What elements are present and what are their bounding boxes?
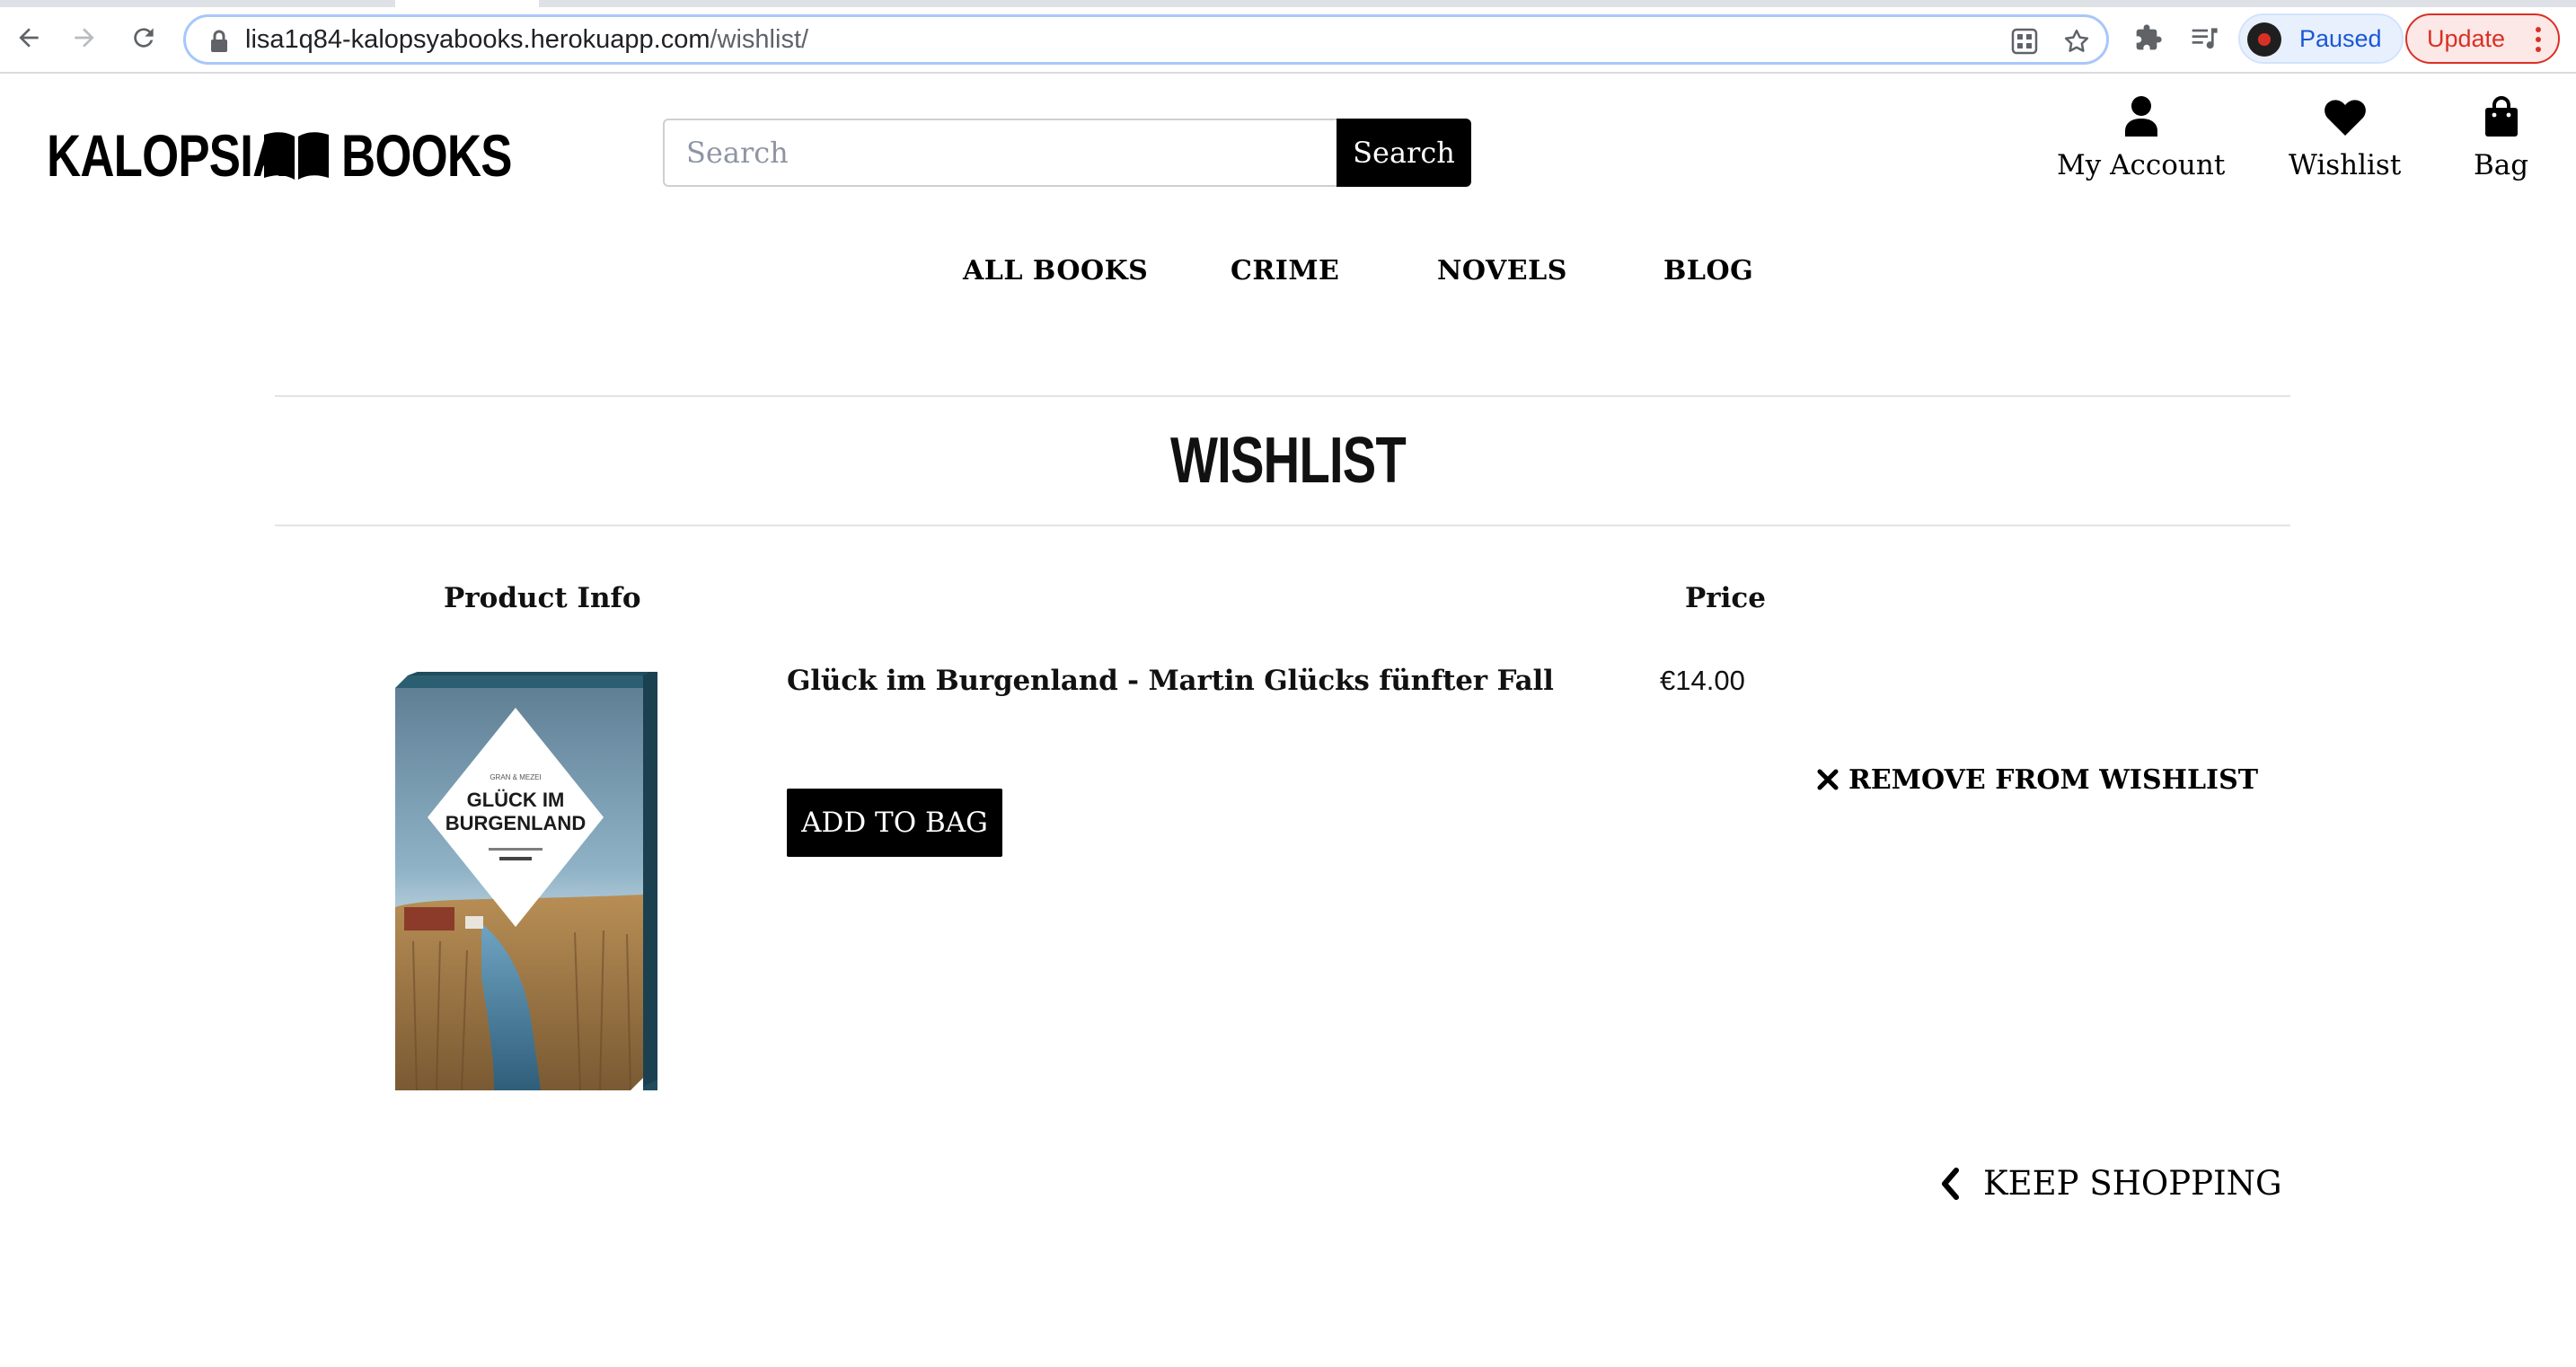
my-account-link[interactable]: My Account [2057,90,2225,181]
remove-from-wishlist-link[interactable]: REMOVE FROM WISHLIST [1816,763,2258,796]
site-logo[interactable]: KALOPSIA BOOKS [47,122,539,189]
divider-bottom [275,525,2290,526]
column-header-price: Price [1685,582,1767,614]
reload-icon[interactable] [126,20,162,56]
bookmark-star-icon[interactable] [2061,26,2092,57]
wishlist-label: Wishlist [2289,149,2402,181]
active-tab[interactable] [395,0,539,7]
logo-text-left: KALOPSIA [47,122,287,189]
wishlist-link[interactable]: Wishlist [2289,90,2401,181]
search-button[interactable]: Search [1337,119,1471,187]
url-path: /wishlist/ [710,25,809,54]
my-account-label: My Account [2057,149,2226,181]
search-input[interactable] [663,119,1338,187]
more-vert-icon [2535,24,2542,55]
divider-top [275,395,2290,397]
shopping-bag-icon [2483,90,2519,137]
column-header-product: Product Info [444,582,641,614]
product-price: €14.00 [1660,665,1745,696]
address-bar[interactable]: lisa1q84-kalopsyabooks.herokuapp.com/wis… [183,14,2109,65]
cover-author: GRAN & MEZEI [490,773,541,781]
close-x-icon [1817,769,1839,790]
profile-paused-button[interactable]: Paused [2238,13,2404,64]
url-host: lisa1q84-kalopsyabooks.herokuapp.com [245,25,710,54]
nav-novels[interactable]: NOVELS [1437,255,1567,287]
extensions-puzzle-icon[interactable] [2132,22,2165,54]
cover-title-line-2: BURGENLAND [446,812,586,834]
add-to-bag-button[interactable]: ADD TO BAG [787,789,1002,857]
keep-shopping-label: KEEP SHOPPING [1983,1164,2282,1203]
profile-avatar [2247,22,2281,57]
logo-text-right: BOOKS [341,122,512,189]
forward-arrow-icon[interactable] [66,20,102,56]
update-label: Update [2427,25,2506,52]
nav-all-books[interactable]: ALL BOOKS [963,255,1148,287]
bag-label: Bag [2474,149,2529,181]
browser-toolbar: lisa1q84-kalopsyabooks.herokuapp.com/wis… [0,0,2576,74]
profile-status-label: Paused [2299,25,2382,52]
chevron-left-icon [1942,1167,1959,1200]
bag-link[interactable]: Bag [2474,90,2528,181]
page-title-text: WISHLIST [1169,425,1407,497]
update-button[interactable]: Update [2405,13,2560,64]
book-cover-image[interactable]: GRAN & MEZEI GLÜCK IM BURGENLAND [395,672,657,1090]
qr-code-icon[interactable] [2009,26,2040,57]
cover-title-line-1: GLÜCK IM [467,789,565,811]
heart-icon [2324,90,2367,137]
user-icon [2123,90,2159,137]
back-arrow-icon[interactable] [11,20,47,56]
tab-strip [0,0,2576,7]
nav-crime[interactable]: CRIME [1231,255,1339,287]
main-navigation: ALL BOOKS CRIME NOVELS BLOG [0,255,2576,295]
lock-icon[interactable] [209,29,229,57]
search-form: Search [663,119,1471,187]
nav-blog[interactable]: BLOG [1663,255,1753,287]
url-text[interactable]: lisa1q84-kalopsyabooks.herokuapp.com/wis… [245,25,808,55]
remove-label: REMOVE FROM WISHLIST [1848,763,2259,796]
product-title[interactable]: Glück im Burgenland - Martin Glücks fünf… [787,665,1554,697]
media-queue-icon[interactable] [2188,22,2220,54]
page-title: WISHLIST [0,424,2576,498]
keep-shopping-link[interactable]: KEEP SHOPPING [1940,1164,2282,1203]
